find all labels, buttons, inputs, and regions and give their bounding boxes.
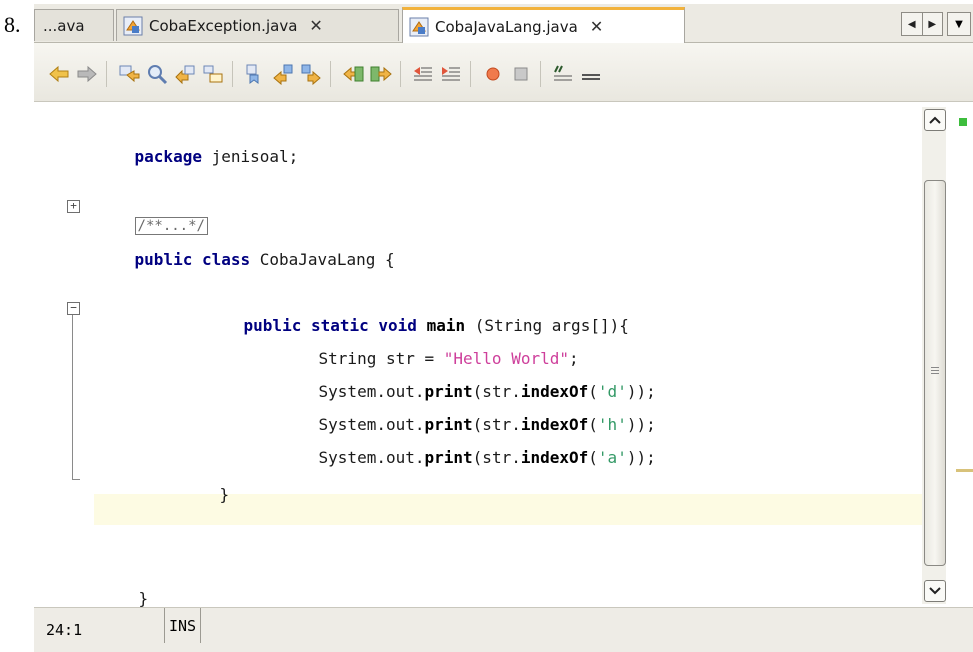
shift-left-icon[interactable] [342,63,364,85]
find-selection-icon[interactable] [118,63,140,85]
toolbar-separator [400,61,401,87]
tab-dropdown-icon[interactable]: ▼ [947,12,971,36]
insert-mode-indicator[interactable]: INS [164,608,202,643]
start-macro-icon[interactable] [482,63,504,85]
grip-line [931,367,939,368]
tab-coba-java-lang[interactable]: CobaJavaLang.java ✕ [402,7,685,43]
char-literal: 'a' [597,448,627,467]
method-call: print [424,448,473,467]
toolbar-separator [470,61,471,87]
question-number: 8. [4,12,21,37]
java-file-icon [409,17,429,37]
code-text: } [138,589,149,608]
error-stripe[interactable] [951,107,973,604]
tab-coba-exception[interactable]: CobaException.java ✕ [116,9,399,41]
code-text: System.out. [318,448,425,467]
keyword: public class [134,250,251,269]
expand-fold-icon[interactable]: + [67,200,80,213]
editor-toolbar [34,43,973,102]
toggle-highlight-icon[interactable] [202,63,224,85]
find-next-icon[interactable] [174,63,196,85]
toggle-bookmark-icon[interactable] [244,63,266,85]
tab-scroll-buttons: ◀ ▶ [901,12,943,36]
toolbar-separator [106,61,107,87]
code-line: public class CobaJavaLang { [96,231,395,288]
code-text: (str. [472,448,521,467]
code-editor[interactable]: package jenisoal; + /**...*/ public clas… [34,102,973,608]
toggle-lines-icon[interactable] [580,63,602,85]
code-text: jenisoal; [201,147,299,166]
method-call: indexOf [520,448,589,467]
fold-guide-line [72,315,73,480]
keyword: package [134,147,202,166]
caret-position-marker[interactable] [956,469,973,472]
status-bar: 24:1 INS [34,607,973,652]
grip-line [931,370,939,371]
toolbar-separator [540,61,541,87]
grip-line [931,373,939,374]
caret-position: 24:1 [46,621,83,639]
format-icon[interactable] [552,63,574,85]
vertical-scrollbar[interactable] [922,107,946,604]
status-ok-icon[interactable] [959,118,967,126]
code-line: package jenisoal; [96,128,299,185]
code-text: } [219,485,230,504]
scrollbar-thumb[interactable] [924,180,946,566]
tab-java-file[interactable]: ...ava [34,9,114,41]
close-icon[interactable]: ✕ [309,16,322,35]
previous-bookmark-icon[interactable] [272,63,294,86]
fold-guide-end [72,479,80,480]
shift-right-icon[interactable] [370,63,392,85]
scroll-left-icon[interactable]: ◀ [902,13,923,35]
forward-icon[interactable] [76,63,98,85]
code-line: } [181,466,230,523]
back-icon[interactable] [48,63,70,85]
code-text: )); [626,448,656,467]
toolbar-separator [330,61,331,87]
next-bookmark-icon[interactable] [300,63,322,86]
tab-label: ...ava [43,16,85,35]
comment-icon[interactable] [412,63,434,85]
toolbar-separator [232,61,233,87]
scroll-right-icon[interactable]: ▶ [923,13,943,35]
scroll-up-icon[interactable] [924,109,946,131]
editor-tab-bar: ...ava CobaException.java ✕ CobaJavaLang… [34,4,973,43]
collapse-fold-icon[interactable]: − [67,302,80,315]
code-line: System.out.print(str.indexOf('a')); [280,429,656,486]
code-text: ( [588,448,598,467]
scroll-down-icon[interactable] [924,580,946,602]
find-previous-icon[interactable] [146,63,168,85]
uncomment-icon[interactable] [440,63,462,85]
stop-macro-icon[interactable] [510,63,532,85]
tab-label: CobaException.java [149,16,298,35]
code-text: CobaJavaLang { [250,250,395,269]
close-icon[interactable]: ✕ [590,17,603,36]
tab-label: CobaJavaLang.java [435,17,578,36]
java-file-icon [123,16,143,36]
